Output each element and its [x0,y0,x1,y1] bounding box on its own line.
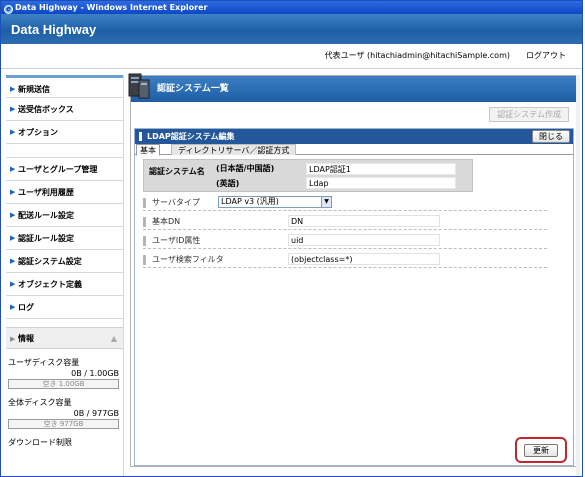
nav-object-def[interactable]: ▶ オブジェクト定義 [6,273,123,296]
user-id-attr-input[interactable]: uid [288,234,440,246]
user-bar: 代表ユーザ (hitachiadmin@hitachiSample.com) ロ… [1,44,582,68]
divider [1,68,582,69]
panel-header: LDAP認証システム編集 閉じる [135,129,573,144]
browser-window: e Data Highway - Windows Internet Explore… [0,0,583,477]
arrow-icon: ▶ [10,128,16,136]
app-title: Data Highway [11,22,97,37]
user-filter-input[interactable]: (objectclass=*) [288,253,440,265]
server-type-row: サーバタイプ LDAP v3 (汎用) ▼ [143,194,547,211]
scrollbar[interactable] [576,75,580,475]
nav-label: オプション [18,128,58,137]
auth-name-group: 認証システム名 (日本語/中国語) (英語) LDAP認証1 Ldap [143,159,473,192]
app-banner: Data Highway [1,14,582,44]
current-user: 代表ユーザ (hitachiadmin@hitachiSample.com) [324,51,510,60]
user-filter-label: ユーザ検索フィルタ [152,255,224,264]
nav-inbox[interactable]: ▶ 送受信ボックス [6,98,123,121]
user-id-attr-label: ユーザID属性 [152,236,201,245]
arrow-icon: ▶ [10,257,16,265]
arrow-icon: ▶ [10,165,16,173]
server-type-select[interactable]: LDAP v3 (汎用) ▼ [218,196,332,208]
logout-link[interactable]: ログアウト [526,44,566,68]
total-disk-free-bar: 空き 977GB [8,419,119,429]
nav-label: 新規送信 [18,85,50,94]
main-content: 認証システム一覧 認証システム作成 LDAP認証システム編集 閉じる 基本 ディ… [128,73,578,467]
nav-label: 認証システム設定 [18,257,82,266]
close-button[interactable]: 閉じる [532,130,570,143]
arrow-icon: ▶ [10,211,16,219]
nav-label: 認証ルール設定 [18,234,74,243]
info-title: 情報 [18,334,34,343]
arrow-icon: ▶ [10,105,16,113]
arrow-icon: ▶ [10,234,16,242]
user-disk-value: 0B / 1.00GB [71,369,119,378]
base-dn-label: 基本DN [152,217,181,226]
tab-basic[interactable]: 基本 [136,144,160,156]
auth-name-en-input[interactable]: Ldap [306,177,456,189]
nav-new-send[interactable]: ▶ 新規送信 [6,75,123,98]
row-marker [143,255,146,265]
nav-label: オブジェクト定義 [18,280,82,289]
collapse-up-icon[interactable]: ▲ [111,328,117,350]
nav-log[interactable]: ▶ ログ [6,296,123,319]
update-button[interactable]: 更新 [524,444,558,457]
arrow-icon: ▶ [10,280,16,288]
nav-auth-system[interactable]: ▶ 認証システム設定 [6,250,123,273]
nav-user-group[interactable]: ▶ ユーザとグループ管理 [6,158,123,181]
tab-body: 認証システム名 (日本語/中国語) (英語) LDAP認証1 Ldap サーバタ… [135,159,573,268]
tab-bar: 基本 ディレクトリサーバ／認証方式 [135,144,573,156]
info-header[interactable]: ▶ 情報 ▲ [6,327,123,349]
nav-options[interactable]: ▶ オプション [6,121,123,144]
auth-name-ja-input[interactable]: LDAP認証1 [306,163,456,175]
arrow-icon: ▶ [10,335,16,343]
nav-user-history[interactable]: ▶ ユーザ利用履歴 [6,181,123,204]
row-marker [143,198,146,208]
download-limit-label: ダウンロード制限 [8,438,72,447]
nav-label: ログ [18,303,34,312]
user-filter-row: ユーザ検索フィルタ (objectclass=*) [143,251,547,268]
user-disk-label: ユーザディスク容量 [8,358,80,367]
panel-title: LDAP認証システム編集 [147,132,235,141]
arrow-icon: ▶ [10,188,16,196]
nav-auth-rule[interactable]: ▶ 認証ルール設定 [6,227,123,250]
update-highlight: 更新 [515,437,567,463]
window-title: Data Highway - Windows Internet Explorer [15,3,208,12]
section-header: 認証システム一覧 [128,73,577,102]
base-dn-row: 基本DN DN [143,213,547,230]
section-title: 認証システム一覧 [157,84,229,94]
nav-label: ユーザとグループ管理 [18,165,98,174]
sidebar: ▶ 新規送信 ▶ 送受信ボックス ▶ オプション ▶ ユーザとグループ管理 ▶ ユーザ利用… [6,75,124,476]
row-marker [143,217,146,227]
total-disk-label: 全体ディスク容量 [8,398,72,407]
auth-name-en-label: (英語) [216,179,240,188]
nav-label: ユーザ利用履歴 [18,188,74,197]
create-auth-system-button[interactable]: 認証システム作成 [489,107,569,122]
user-disk-free-bar: 空き 1.00GB [8,379,119,389]
window-titlebar: e Data Highway - Windows Internet Explore… [1,1,582,14]
server-type-label: サーバタイプ [152,198,200,207]
user-id-attr-row: ユーザID属性 uid [143,232,547,249]
server-icon [128,73,150,99]
dropdown-arrow-icon[interactable]: ▼ [321,197,331,207]
arrow-icon: ▶ [10,303,16,311]
auth-name-label: 認証システム名 [149,167,205,176]
tab-directory-server[interactable]: ディレクトリサーバ／認証方式 [171,144,297,155]
nav-delivery-rule[interactable]: ▶ 配送ルール設定 [6,204,123,227]
server-type-value: LDAP v3 (汎用) [221,197,279,206]
nav-label: 配送ルール設定 [18,211,74,220]
total-disk-value: 0B / 977GB [73,409,119,418]
nav-separator [6,144,123,158]
auth-name-ja-label: (日本語/中国語) [216,164,275,173]
ldap-edit-panel: LDAP認証システム編集 閉じる 基本 ディレクトリサーバ／認証方式 認証システ… [134,128,574,466]
base-dn-input[interactable]: DN [288,215,440,227]
marker-icon [139,132,142,141]
nav-label: 送受信ボックス [18,105,74,114]
row-marker [143,236,146,246]
ie-logo-icon: e [4,5,13,14]
